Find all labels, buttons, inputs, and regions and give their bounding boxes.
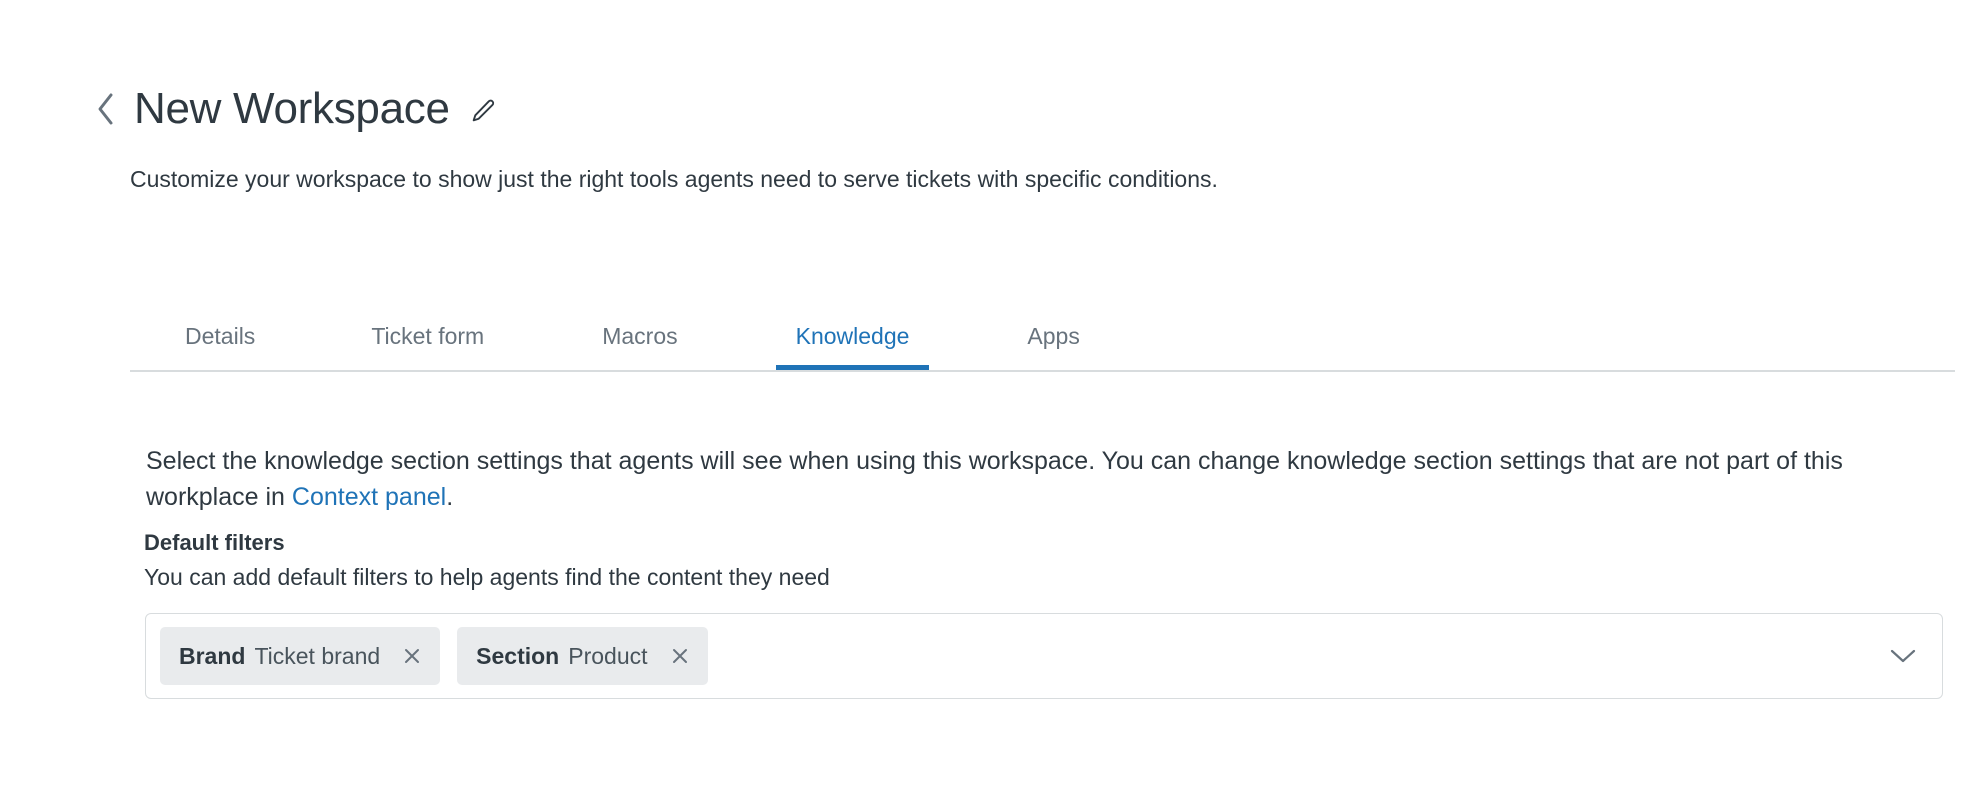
page-subtitle: Customize your workspace to show just th…	[130, 166, 1218, 192]
filter-chip-section-value: Product	[568, 642, 648, 669]
chevron-down-icon[interactable]	[1888, 641, 1918, 671]
filter-chip-section-key: Section	[476, 642, 560, 669]
knowledge-description-text-after: .	[446, 483, 454, 511]
filter-chip-brand-value: Ticket brand	[254, 642, 381, 669]
default-filters-section: Default filters You can add default filt…	[144, 528, 1954, 593]
tab-knowledge[interactable]: Knowledge	[775, 321, 930, 370]
filter-chip-section[interactable]: Section Product	[457, 627, 708, 685]
tab-macros[interactable]: Macros	[602, 321, 677, 370]
tab-details[interactable]: Details	[185, 321, 255, 370]
context-panel-link[interactable]: Context panel	[292, 483, 446, 511]
chevron-left-icon[interactable]	[95, 78, 121, 140]
default-filters-description: You can add default filters to help agen…	[144, 564, 830, 590]
tab-ticket-form[interactable]: Ticket form	[371, 321, 484, 370]
filter-chip-brand-key: Brand	[179, 642, 246, 669]
selected-filter-chips: Brand Ticket brand Section Product	[160, 627, 1888, 685]
filter-chip-brand[interactable]: Brand Ticket brand	[160, 627, 441, 685]
tab-list: Details Ticket form Macros Knowledge App…	[130, 305, 1955, 370]
tabs-container: Details Ticket form Macros Knowledge App…	[130, 305, 1955, 372]
default-filters-multiselect[interactable]: Brand Ticket brand Section Product	[145, 613, 1943, 699]
workspace-settings-page: New Workspace Customize your workspace t…	[0, 0, 1962, 787]
pencil-icon[interactable]	[468, 96, 498, 126]
page-header: New Workspace Customize your workspace t…	[95, 78, 1895, 192]
tab-apps[interactable]: Apps	[1027, 321, 1079, 370]
knowledge-description: Select the knowledge section settings th…	[146, 443, 1896, 515]
page-title: New Workspace	[134, 84, 450, 133]
title-row: New Workspace	[95, 78, 1895, 140]
default-filters-title: Default filters	[144, 530, 285, 555]
close-icon[interactable]	[668, 644, 692, 668]
tabs-divider	[130, 370, 1955, 372]
close-icon[interactable]	[400, 644, 424, 668]
